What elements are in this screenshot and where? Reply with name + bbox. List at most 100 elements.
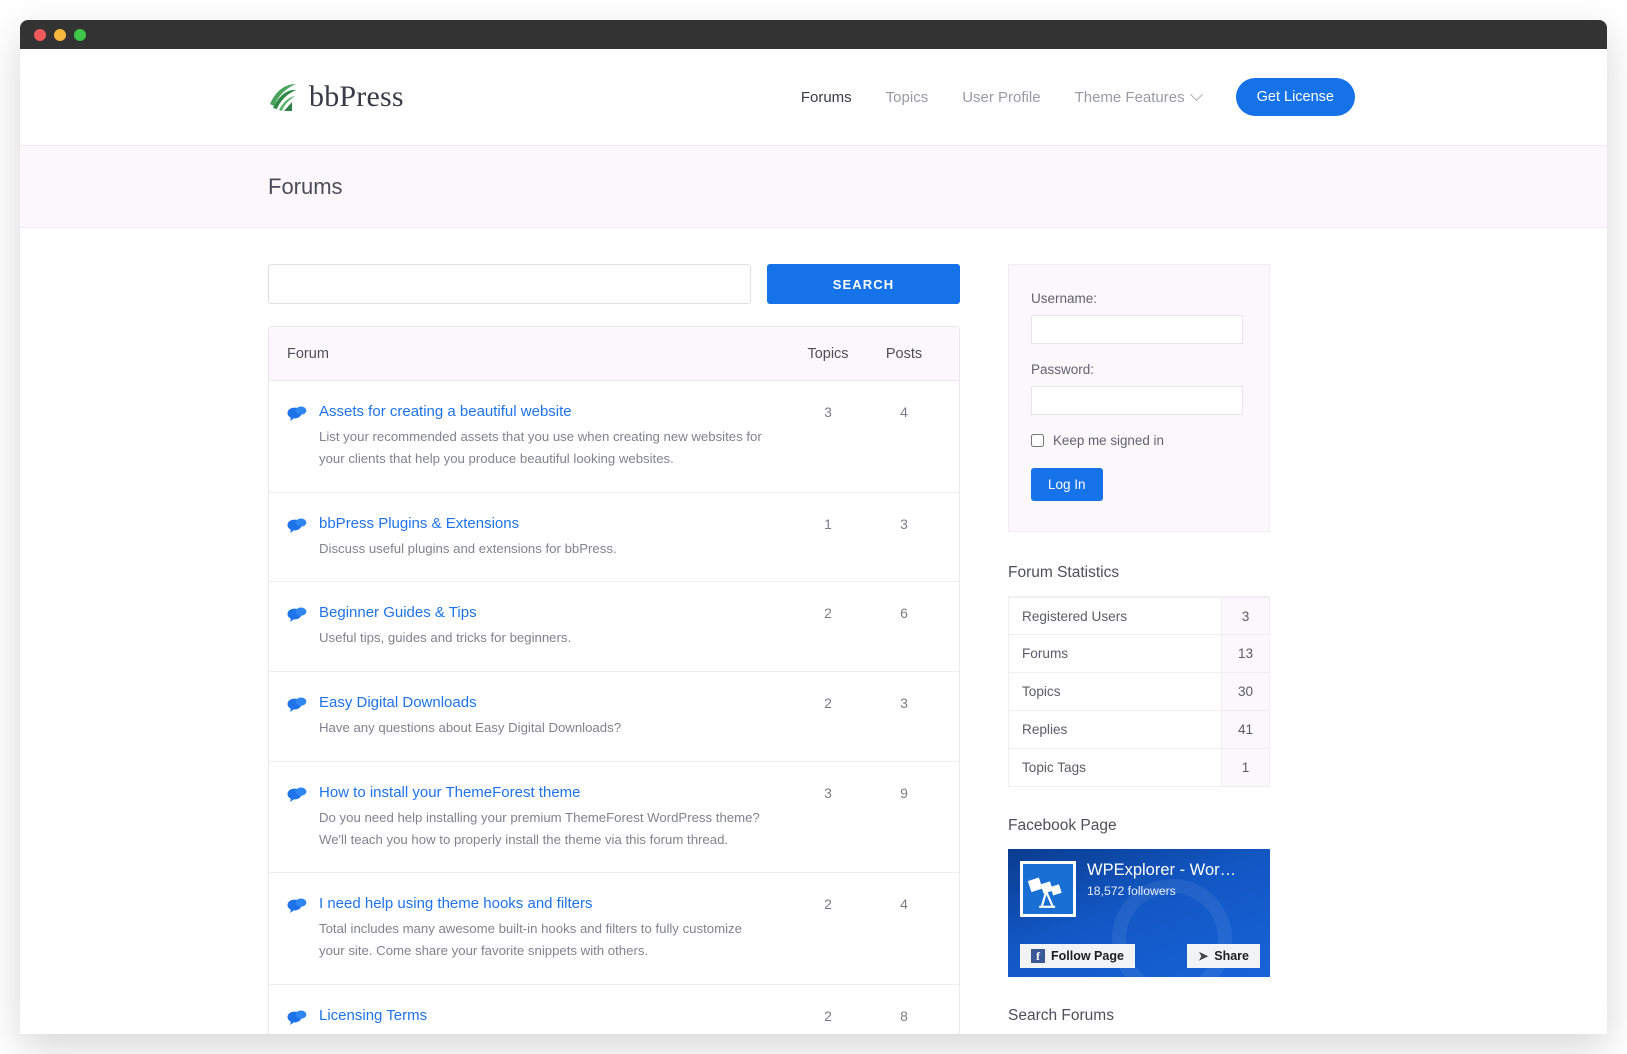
table-row: Beginner Guides & Tips Useful tips, guid… bbox=[269, 582, 959, 673]
stat-label: Forums bbox=[1009, 635, 1221, 672]
facebook-follower-count: 18,572 followers bbox=[1087, 883, 1176, 898]
forum-description: Do you need help installing your premium… bbox=[319, 809, 760, 847]
facebook-logo-icon: f bbox=[1031, 949, 1045, 963]
stat-value: 30 bbox=[1221, 673, 1269, 710]
forum-link[interactable]: Easy Digital Downloads bbox=[319, 694, 477, 711]
forum-search-form: SEARCH bbox=[268, 264, 960, 304]
nav-item-theme-features[interactable]: Theme Features bbox=[1058, 87, 1218, 106]
stat-label: Topics bbox=[1009, 673, 1221, 710]
minimize-window-button[interactable] bbox=[54, 28, 66, 41]
stat-label: Topic Tags bbox=[1009, 749, 1221, 786]
telescope-icon bbox=[1020, 861, 1076, 917]
maximize-window-button[interactable] bbox=[74, 28, 86, 41]
forum-posts-count: 6 bbox=[900, 605, 908, 622]
stat-value: 13 bbox=[1221, 635, 1269, 672]
table-row: Licensing Terms Have any questions regar… bbox=[269, 985, 959, 1034]
list-item: Topics 30 bbox=[1008, 673, 1270, 711]
forum-topics-count: 2 bbox=[824, 1008, 832, 1025]
forum-bubbles-icon bbox=[287, 697, 307, 713]
forum-posts-count: 4 bbox=[900, 896, 908, 913]
follow-page-button[interactable]: f Follow Page bbox=[1020, 944, 1135, 968]
share-arrow-icon: ➤ bbox=[1198, 949, 1209, 963]
forum-table: Forum Topics Posts Assets for creating a… bbox=[268, 326, 960, 1034]
forum-row-body: bbPress Plugins & Extensions Discuss use… bbox=[319, 515, 797, 560]
table-row: Easy Digital Downloads Have any question… bbox=[269, 672, 959, 762]
page-banner: Forums bbox=[20, 146, 1607, 228]
forum-topics-count: 3 bbox=[824, 784, 832, 801]
list-item: Topic Tags 1 bbox=[1008, 749, 1270, 787]
forum-row-body: Assets for creating a beautiful website … bbox=[319, 403, 797, 470]
forum-topics-count: 2 bbox=[824, 896, 832, 913]
forum-link[interactable]: Beginner Guides & Tips bbox=[319, 604, 477, 621]
forum-posts-count: 3 bbox=[900, 515, 908, 532]
forum-description: Discuss useful plugins and extensions fo… bbox=[319, 540, 617, 556]
password-field[interactable] bbox=[1031, 386, 1243, 415]
keep-signed-in-row[interactable]: Keep me signed in bbox=[1031, 433, 1243, 448]
main-column: SEARCH Forum Topics Posts Assets for cre… bbox=[268, 264, 960, 1034]
nav-item-user-profile[interactable]: User Profile bbox=[945, 89, 1057, 106]
window-titlebar bbox=[20, 20, 1607, 49]
search-input[interactable] bbox=[268, 264, 751, 304]
forum-table-header: Forum Topics Posts bbox=[269, 327, 959, 381]
forum-bubbles-icon bbox=[287, 898, 307, 914]
forum-link[interactable]: Licensing Terms bbox=[319, 1007, 427, 1024]
site-logo[interactable]: bbPress bbox=[268, 80, 404, 114]
main-navigation: Forums Topics User Profile Theme Feature… bbox=[784, 78, 1355, 116]
forum-row-body: Licensing Terms Have any questions regar… bbox=[319, 1007, 797, 1034]
bbpress-swoosh-icon bbox=[270, 84, 296, 111]
forum-link[interactable]: I need help using theme hooks and filter… bbox=[319, 895, 593, 912]
forum-row-body: How to install your ThemeForest theme Do… bbox=[319, 784, 797, 851]
forum-description: Have any questions regarding licensing? … bbox=[319, 1030, 771, 1034]
forum-posts-count: 3 bbox=[900, 695, 908, 712]
site-header: bbPress Forums Topics User Profile Theme… bbox=[20, 49, 1607, 146]
forum-posts-count: 8 bbox=[900, 1008, 908, 1025]
share-label: Share bbox=[1214, 949, 1249, 963]
search-button[interactable]: SEARCH bbox=[767, 264, 960, 304]
forum-topics-count: 2 bbox=[824, 695, 832, 712]
stat-label: Replies bbox=[1009, 711, 1221, 748]
username-label: Username: bbox=[1031, 291, 1098, 306]
forum-bubbles-icon bbox=[287, 406, 307, 421]
table-row: Assets for creating a beautiful website … bbox=[269, 381, 959, 493]
forum-row-body: I need help using theme hooks and filter… bbox=[319, 895, 797, 962]
chevron-down-icon bbox=[1189, 87, 1203, 101]
page-viewport: bbPress Forums Topics User Profile Theme… bbox=[20, 49, 1607, 1034]
table-row: I need help using theme hooks and filter… bbox=[269, 873, 959, 986]
get-license-button[interactable]: Get License bbox=[1235, 78, 1355, 116]
forum-statistics-widget: Forum Statistics Registered Users 3 Foru… bbox=[1008, 564, 1270, 787]
nav-item-theme-features-label: Theme Features bbox=[1074, 88, 1185, 106]
column-header-posts: Posts bbox=[885, 345, 923, 362]
nav-item-topics[interactable]: Topics bbox=[869, 89, 946, 106]
forum-row-body: Easy Digital Downloads Have any question… bbox=[319, 694, 797, 739]
forum-topics-count: 1 bbox=[824, 515, 832, 532]
forum-topics-count: 3 bbox=[824, 404, 832, 420]
username-field[interactable] bbox=[1031, 315, 1243, 344]
forum-row-body: Beginner Guides & Tips Useful tips, guid… bbox=[319, 604, 797, 649]
forum-description: List your recommended assets that you us… bbox=[319, 429, 762, 466]
forum-description: Useful tips, guides and tricks for begin… bbox=[319, 630, 572, 646]
forum-statistics-title: Forum Statistics bbox=[1008, 564, 1120, 581]
forum-bubbles-icon bbox=[287, 518, 307, 533]
follow-page-label: Follow Page bbox=[1051, 949, 1124, 963]
forum-link[interactable]: How to install your ThemeForest theme bbox=[319, 784, 581, 801]
browser-window: bbPress Forums Topics User Profile Theme… bbox=[20, 20, 1607, 1034]
close-window-button[interactable] bbox=[34, 28, 46, 41]
forum-description: Have any questions about Easy Digital Do… bbox=[319, 720, 622, 736]
column-header-forum: Forum bbox=[287, 345, 329, 362]
site-title: bbPress bbox=[309, 80, 404, 113]
keep-signed-in-checkbox[interactable] bbox=[1031, 434, 1044, 447]
nav-item-forums[interactable]: Forums bbox=[784, 89, 869, 106]
forum-link[interactable]: Assets for creating a beautiful website bbox=[319, 403, 572, 420]
table-row: How to install your ThemeForest theme Do… bbox=[269, 762, 959, 874]
log-in-button[interactable]: Log In bbox=[1031, 468, 1103, 501]
sidebar: Username: Password: Keep me signed in Lo… bbox=[1008, 264, 1270, 1025]
stat-value: 1 bbox=[1221, 749, 1269, 786]
password-label: Password: bbox=[1031, 362, 1095, 377]
facebook-page-embed[interactable]: WPExplorer - Wor… 18,572 followers f Fol… bbox=[1008, 849, 1270, 977]
stat-value: 3 bbox=[1221, 598, 1269, 634]
forum-bubbles-icon bbox=[287, 787, 307, 802]
share-button[interactable]: ➤ Share bbox=[1187, 944, 1260, 968]
stat-label: Registered Users bbox=[1009, 598, 1221, 634]
forum-description: Total includes many awesome built-in hoo… bbox=[319, 921, 742, 959]
forum-link[interactable]: bbPress Plugins & Extensions bbox=[319, 515, 519, 532]
